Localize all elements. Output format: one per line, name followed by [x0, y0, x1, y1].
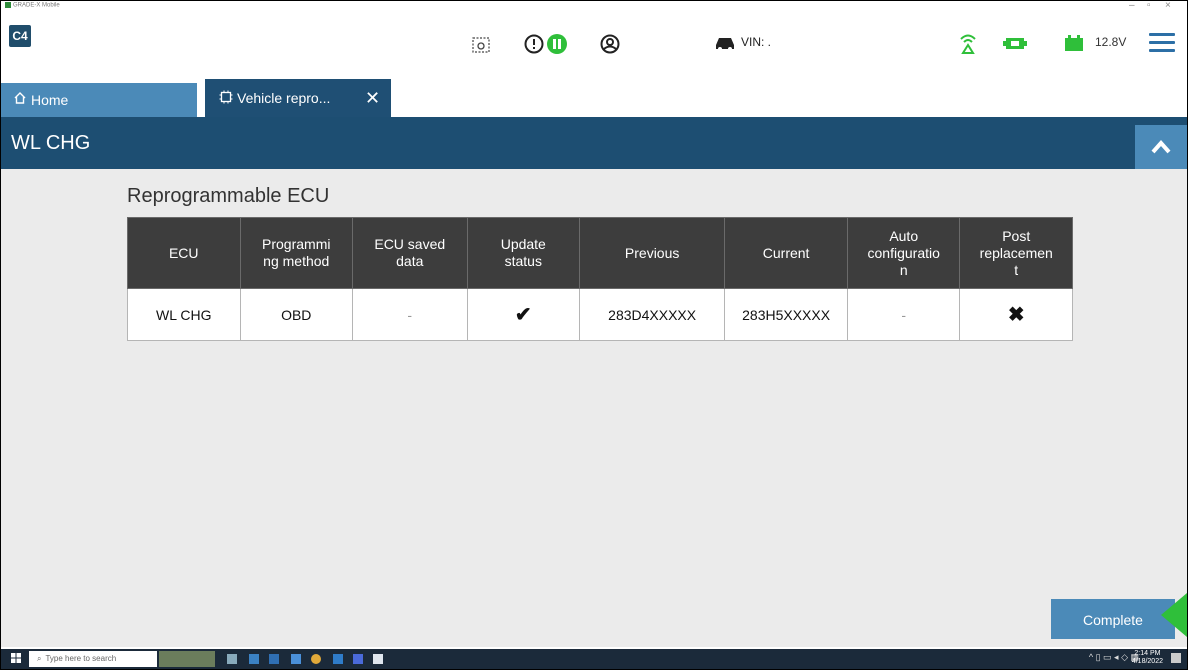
car-icon	[713, 33, 737, 57]
page-title: WL CHG	[11, 132, 91, 154]
minimize-button[interactable]: –	[1129, 1, 1135, 11]
taskbar-app-icon[interactable]	[373, 654, 383, 664]
ecu-table: ECU Programmi ng method ECU saved data U…	[127, 217, 1073, 341]
taskbar-app-icon[interactable]	[249, 654, 259, 664]
chevron-up-icon	[1151, 139, 1171, 154]
task-view-icon[interactable]	[227, 654, 237, 664]
clock-time: 2:14 PM	[1134, 650, 1161, 657]
taskbar-app-icon[interactable]	[333, 654, 343, 664]
page-header: WL CHG	[1, 117, 1187, 169]
tab-bar: Home Vehicle repro... ✕	[1, 75, 1187, 117]
column-header-text: Current	[762, 244, 810, 261]
close-window-button[interactable]: ×	[1165, 1, 1171, 11]
column-header-text: ECU saved data	[374, 236, 446, 269]
column-header-previous: Previous	[579, 217, 726, 289]
column-header-text: Post replacemen t	[979, 227, 1053, 278]
vci-device-icon	[1003, 33, 1027, 57]
taskbar-app-icon[interactable]	[353, 654, 363, 664]
tab-home-label: Home	[31, 92, 69, 108]
tab-home[interactable]: Home	[1, 83, 197, 117]
column-header-text: Previous	[624, 244, 680, 261]
column-header-text: Programmi ng method	[262, 236, 331, 269]
column-header-text: ECU	[168, 244, 199, 261]
close-tab-icon[interactable]: ✕	[365, 88, 380, 109]
main-content: Reprogrammable ECU ECU Programmi ng meth…	[1, 169, 1187, 647]
complete-button[interactable]: Complete	[1051, 599, 1175, 639]
cell-ecu: WL CHG	[127, 288, 241, 341]
battery-icon	[1063, 33, 1085, 57]
callout-arrow	[1161, 593, 1187, 637]
vin-label: VIN: .	[741, 35, 772, 49]
taskbar-app-icon[interactable]	[269, 654, 279, 664]
taskbar-app-icon[interactable]	[291, 654, 301, 664]
cell-auto-configuration: -	[846, 288, 961, 341]
tab-vehicle-reprogramming-label: Vehicle repro...	[237, 90, 331, 106]
c4-logo: C4	[9, 25, 31, 47]
taskbar-landscape-image	[159, 651, 215, 667]
app-icon	[5, 2, 11, 8]
checkmark-icon: ✔	[466, 288, 581, 341]
title-bar: GRADE-X Mobile – ▫ ×	[1, 1, 1187, 13]
notification-icon[interactable]	[1171, 653, 1181, 663]
screenshot-icon[interactable]	[471, 35, 491, 61]
wireless-connection-icon	[957, 33, 979, 59]
toolbar: C4 VIN: . 12.8V	[1, 13, 1187, 75]
cross-icon: ✖	[959, 288, 1073, 341]
column-header-ecu-saved-data: ECU saved data	[352, 217, 468, 289]
battery-voltage: 12.8V	[1095, 35, 1127, 49]
hamburger-menu-icon[interactable]	[1149, 33, 1175, 57]
home-icon	[13, 91, 27, 108]
column-header-programming-method: Programmi ng method	[239, 217, 353, 289]
search-icon: ⌕	[37, 654, 42, 663]
chip-icon	[219, 90, 233, 107]
column-header-text: Auto configuratio n	[867, 227, 940, 278]
cell-programming-method: OBD	[239, 288, 353, 341]
search-placeholder: Type here to search	[45, 654, 117, 663]
column-header-auto-configuration: Auto configuratio n	[846, 217, 961, 289]
taskbar-search-input[interactable]: ⌕ Type here to search	[29, 651, 157, 667]
cell-ecu-saved-data: -	[352, 288, 468, 341]
app-window: GRADE-X Mobile – ▫ × C4 VIN: . 12.8V Hom…	[0, 0, 1188, 670]
column-header-ecu: ECU	[127, 217, 241, 289]
tab-vehicle-reprogramming[interactable]: Vehicle repro... ✕	[205, 79, 391, 117]
app-title-text: GRADE-X Mobile	[13, 2, 60, 9]
cell-current: 283H5XXXXX	[724, 288, 848, 341]
collapse-button[interactable]	[1135, 125, 1187, 169]
windows-taskbar: ⌕ Type here to search ^ ▯ ▭ ◂ ◇ ▦ 2:14 PM…	[1, 649, 1187, 669]
app-title: GRADE-X Mobile	[5, 2, 60, 9]
restore-button[interactable]: ▫	[1147, 1, 1151, 11]
user-icon[interactable]	[599, 33, 621, 59]
taskbar-clock[interactable]: 2:14 PM 4/18/2022	[1132, 650, 1163, 666]
column-header-update-status: Update status	[466, 217, 581, 289]
column-header-text: Update status	[500, 236, 546, 269]
section-title: Reprogrammable ECU	[127, 185, 330, 207]
clock-date: 4/18/2022	[1131, 658, 1163, 665]
windows-start-icon[interactable]	[11, 653, 23, 665]
pause-icon[interactable]	[546, 33, 568, 59]
chrome-icon[interactable]	[311, 654, 321, 664]
column-header-current: Current	[724, 217, 848, 289]
alert-icon[interactable]	[523, 33, 545, 59]
cell-previous: 283D4XXXXX	[579, 288, 726, 341]
table-row: WL CHG OBD - ✔ 283D4XXXXX 283H5XXXXX - ✖	[127, 288, 1073, 341]
column-header-post-replacement: Post replacemen t	[959, 217, 1073, 289]
table-header-row: ECU Programmi ng method ECU saved data U…	[127, 217, 1073, 289]
